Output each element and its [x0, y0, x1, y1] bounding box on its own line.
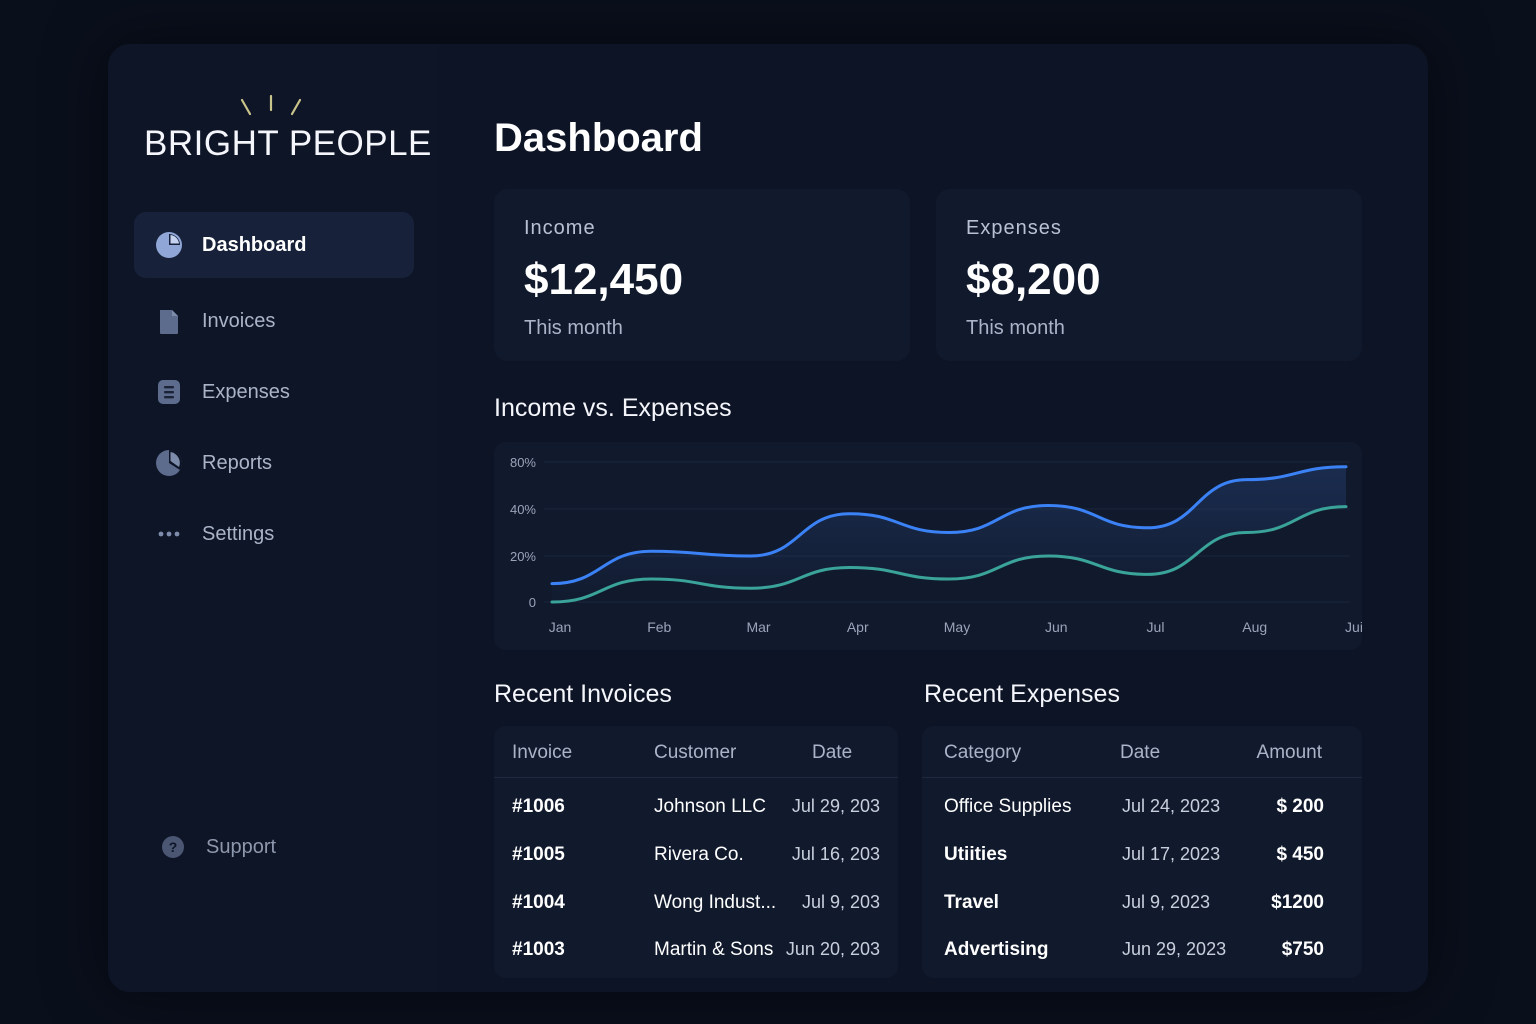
brand-logo: BRIGHT PEOPLE	[144, 124, 432, 163]
x-tick-label: Jui	[1345, 619, 1362, 635]
expense-date: Jun 29, 2023	[1122, 939, 1227, 959]
page-title: Dashboard	[494, 116, 703, 160]
x-tick-label: Apr	[847, 619, 869, 635]
expense-category: Utiities	[944, 844, 1008, 865]
expense-category: Advertising	[944, 939, 1049, 960]
list-icon	[154, 377, 184, 407]
table-row[interactable]: #1005 Rivera Co. Jul 16, 203	[494, 834, 898, 880]
table-row[interactable]: #1006 Johnson LLC Jul 29, 203	[494, 786, 898, 832]
expenses-card: Expenses $8,200 This month	[936, 189, 1362, 361]
y-tick-label: 80%	[510, 455, 536, 470]
document-icon	[154, 306, 184, 336]
expenses-table: Category Date Amount Office Supplies Jul…	[922, 726, 1362, 978]
sidebar-item-expenses[interactable]: Expenses	[134, 359, 414, 425]
sidebar-item-reports[interactable]: Reports	[134, 430, 414, 496]
expense-date: Jul 17, 2023	[1122, 844, 1221, 864]
expense-category: Office Supplies	[944, 796, 1072, 817]
x-tick-label: Jul	[1147, 619, 1165, 635]
expense-date: Jul 24, 2023	[1122, 796, 1221, 816]
y-tick-label: 0	[529, 595, 536, 610]
sidebar-item-dashboard[interactable]: Dashboard	[134, 212, 414, 278]
column-header-date[interactable]: Date	[812, 742, 852, 764]
customer-name: Martin & Sons	[654, 939, 774, 960]
card-label: Expenses	[966, 217, 1062, 239]
invoice-number: #1004	[512, 892, 565, 913]
invoice-date: Jul 29, 203	[791, 796, 880, 816]
invoice-number: #1006	[512, 796, 565, 817]
y-tick-label: 40%	[510, 502, 536, 517]
invoice-date: Jul 9, 203	[801, 892, 880, 912]
sidebar-item-settings[interactable]: Settings	[134, 501, 414, 567]
expense-amount: $750	[1281, 939, 1324, 960]
card-subtitle: This month	[966, 317, 1065, 339]
customer-name: Rivera Co.	[654, 844, 744, 865]
income-expenses-chart: 80% 40% 20% 0 Jan Feb Mar Apr May Jun Jul Aug Jui	[494, 442, 1363, 650]
invoices-table: Invoice Customer Date #1006 Johnson LLC …	[494, 726, 898, 978]
sidebar-item-invoices[interactable]: Invoices	[134, 288, 414, 354]
sidebar-item-label: Invoices	[202, 309, 276, 332]
card-label: Income	[524, 217, 596, 239]
help-icon: ?	[158, 832, 188, 862]
x-tick-label: Aug	[1242, 619, 1267, 635]
table-header: Invoice Customer Date	[494, 726, 898, 778]
table-row[interactable]: Office Supplies Jul 24, 2023 $ 200	[922, 786, 1362, 832]
table-row[interactable]: Advertising Jun 29, 2023 $750	[922, 929, 1362, 975]
x-tick-label: Feb	[647, 619, 671, 635]
expense-amount: $ 450	[1276, 844, 1324, 865]
customer-name: Johnson LLC	[654, 796, 766, 817]
pie-chart-icon	[154, 230, 184, 260]
sidebar-item-label: Reports	[202, 451, 273, 474]
sidebar-item-label: Dashboard	[202, 233, 307, 256]
more-dots-icon	[154, 519, 184, 549]
table-row[interactable]: #1004 Wong Indust... Jul 9, 203	[494, 882, 898, 928]
pie-chart-icon	[154, 448, 184, 478]
app-window: BRIGHT PEOPLE Dashboard Invoices Expense…	[108, 44, 1428, 992]
table-row[interactable]: Travel Jul 9, 2023 $1200	[922, 882, 1362, 928]
column-header-date[interactable]: Date	[1120, 742, 1160, 764]
chart-title: Income vs. Expenses	[494, 394, 732, 422]
svg-text:?: ?	[169, 839, 178, 855]
invoice-number: #1003	[512, 939, 565, 960]
x-tick-label: Jun	[1045, 619, 1068, 635]
invoice-date: Jun 20, 203	[785, 939, 880, 959]
expense-amount: $1200	[1271, 892, 1324, 913]
sidebar: BRIGHT PEOPLE Dashboard Invoices Expense…	[108, 44, 438, 992]
line-chart: 80% 40% 20% 0 Jan Feb Mar Apr May Jun Jul Aug Jui	[510, 455, 1363, 635]
y-tick-label: 20%	[510, 549, 536, 564]
x-tick-label: Jan	[549, 619, 572, 635]
column-header-customer[interactable]: Customer	[654, 742, 736, 764]
column-header-category[interactable]: Category	[944, 742, 1021, 764]
support-link[interactable]: ? Support	[134, 822, 414, 872]
card-subtitle: This month	[524, 317, 623, 339]
table-header: Category Date Amount	[922, 726, 1362, 778]
card-value: $12,450	[524, 255, 684, 304]
table-row[interactable]: #1003 Martin & Sons Jun 20, 203	[494, 929, 898, 975]
income-card: Income $12,450 This month	[494, 189, 910, 361]
invoice-number: #1005	[512, 844, 565, 865]
logo-rays-icon	[240, 94, 302, 116]
expense-date: Jul 9, 2023	[1122, 892, 1211, 912]
sidebar-item-label: Expenses	[202, 380, 290, 403]
invoice-date: Jul 16, 203	[791, 844, 880, 864]
table-row[interactable]: Utiities Jul 17, 2023 $ 450	[922, 834, 1362, 880]
customer-name: Wong Indust...	[654, 892, 777, 913]
expense-category: Travel	[944, 892, 999, 913]
support-label: Support	[206, 835, 277, 858]
column-header-amount[interactable]: Amount	[1257, 742, 1322, 764]
x-tick-label: May	[944, 619, 970, 635]
expenses-title: Recent Expenses	[924, 680, 1120, 708]
sidebar-item-label: Settings	[202, 522, 275, 545]
card-value: $8,200	[966, 255, 1101, 304]
x-tick-label: Mar	[746, 619, 770, 635]
expense-amount: $ 200	[1276, 796, 1324, 817]
invoices-title: Recent Invoices	[494, 680, 672, 708]
column-header-invoice[interactable]: Invoice	[512, 742, 572, 764]
